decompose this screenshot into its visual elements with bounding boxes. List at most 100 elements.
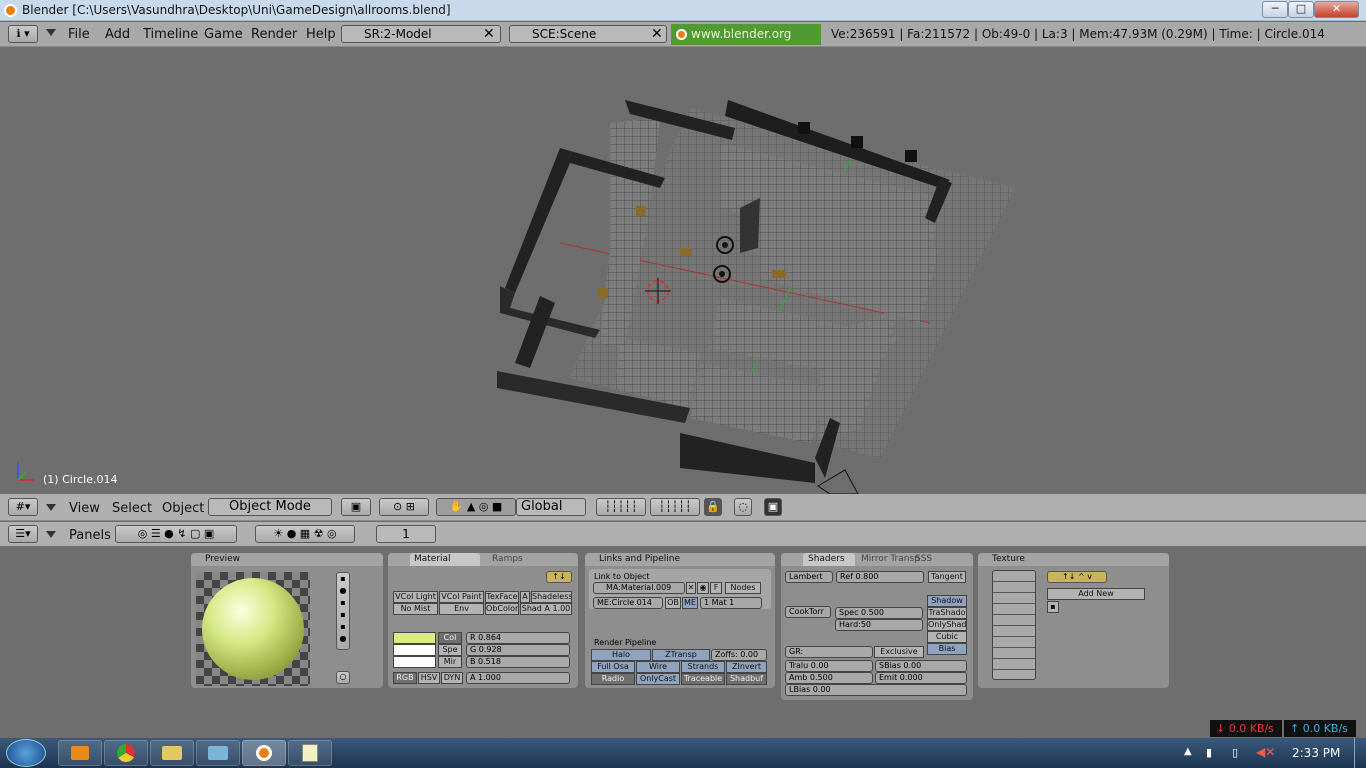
rgb-mode-button[interactable]: RGB xyxy=(393,672,417,684)
layer-buttons-2[interactable]: ┆┆┆┆┆ xyxy=(650,498,700,516)
copy-paste-icons[interactable]: ↑↓ xyxy=(546,571,572,583)
tralu-slider[interactable]: Tralu 0.00 xyxy=(785,660,873,672)
menu-view[interactable]: View xyxy=(69,501,100,516)
nodes-button[interactable]: Nodes xyxy=(725,582,761,594)
exclusive-toggle[interactable]: Exclusive xyxy=(874,646,924,658)
menu-timeline[interactable]: Timeline xyxy=(143,27,198,42)
explorer-icon[interactable] xyxy=(150,740,194,766)
clock[interactable]: 2:33 PM xyxy=(1292,746,1340,760)
tab-ramps[interactable]: Ramps xyxy=(488,553,548,566)
mesh-name-field[interactable]: ME:Circle.014 xyxy=(593,597,663,609)
me-link-button[interactable]: ME xyxy=(682,597,698,609)
hsv-mode-button[interactable]: HSV xyxy=(418,672,440,684)
tab-material[interactable]: Material xyxy=(410,553,480,566)
scene-selector[interactable]: SCE:Scene xyxy=(509,25,667,43)
b-slider[interactable]: B 0.518 xyxy=(466,656,570,668)
radio-toggle[interactable]: Radio xyxy=(591,673,635,685)
spec-shader-selector[interactable]: CookTorr xyxy=(785,606,831,618)
transform-orientation-selector[interactable]: Global xyxy=(516,498,586,516)
menu-game[interactable]: Game xyxy=(204,27,243,42)
tangent-toggle[interactable]: Tangent xyxy=(928,571,966,583)
amb-slider[interactable]: Amb 0.500 xyxy=(785,672,873,684)
tab-mirror-transp[interactable]: Mirror Transp xyxy=(861,553,920,566)
menu-render[interactable]: Render xyxy=(251,27,297,42)
hard-slider[interactable]: Hard:50 xyxy=(835,619,923,631)
volume-muted-icon[interactable]: ◀✕ xyxy=(1256,745,1275,759)
material-name-field[interactable]: MA:Material.009 xyxy=(593,582,685,594)
show-hidden-icons[interactable]: ▲ xyxy=(1184,746,1192,757)
vcol-light-toggle[interactable]: VCol Light xyxy=(393,591,438,603)
start-button[interactable] xyxy=(6,739,46,767)
add-new-texture-button[interactable]: Add New xyxy=(1047,588,1145,600)
collapse-triangle-icon[interactable] xyxy=(46,29,56,36)
info-window-type-icon[interactable]: ℹ ▾ xyxy=(8,25,38,43)
menu-select[interactable]: Select xyxy=(112,501,152,516)
show-desktop-button[interactable] xyxy=(1354,738,1366,768)
texture-panel-header[interactable]: Texture xyxy=(978,553,1169,566)
onlyshad-toggle[interactable]: OnlyShad xyxy=(927,619,967,631)
ob-link-button[interactable]: OB xyxy=(665,597,681,609)
maximize-button[interactable]: □ xyxy=(1288,1,1314,18)
diffuse-color-swatch[interactable] xyxy=(393,632,436,644)
zinvert-toggle[interactable]: ZInvert xyxy=(726,661,767,673)
ref-slider[interactable]: Ref 0.800 xyxy=(836,571,924,583)
media-player-icon[interactable] xyxy=(58,740,102,766)
obcolor-toggle[interactable]: ObColor xyxy=(485,603,519,615)
strands-toggle[interactable]: Strands xyxy=(681,661,725,673)
delete-scene-icon[interactable]: ✕ xyxy=(651,26,663,42)
layer-buttons-1[interactable]: ┆┆┆┆┆ xyxy=(596,498,646,516)
manipulator-buttons[interactable]: ✋ ▲ ◎ ■ xyxy=(436,498,516,516)
minimize-button[interactable]: ─ xyxy=(1262,1,1288,18)
no-mist-toggle[interactable]: No Mist xyxy=(393,603,438,615)
col-button[interactable]: Col xyxy=(438,632,462,644)
spec-slider[interactable]: Spec 0.500 xyxy=(835,607,923,619)
context-buttons[interactable]: ◎ ☰ ● ↯ ▢ ▣ xyxy=(115,525,237,543)
lock-icon[interactable]: 🔒 xyxy=(704,498,722,516)
blender-taskbar-icon[interactable] xyxy=(242,740,286,766)
ztransp-toggle[interactable]: ZTransp xyxy=(652,649,710,661)
pivot-selector[interactable]: ⊙ ⊞ xyxy=(379,498,429,516)
emit-slider[interactable]: Emit 0.000 xyxy=(875,672,967,684)
notepad-icon[interactable] xyxy=(288,740,332,766)
zoffs-field[interactable]: Zoffs: 0.00 xyxy=(711,649,767,661)
chrome-icon[interactable] xyxy=(104,740,148,766)
cubic-toggle[interactable]: Cubic xyxy=(927,631,967,643)
unlink-material-icon[interactable]: ✕ xyxy=(686,582,696,594)
battery-icon[interactable]: ▯ xyxy=(1232,746,1238,759)
collapse-triangle-icon[interactable] xyxy=(46,531,56,538)
spe-button[interactable]: Spe xyxy=(438,644,462,656)
frame-number-field[interactable]: 1 xyxy=(376,525,436,543)
traceable-toggle[interactable]: Traceable xyxy=(681,673,725,685)
tab-shaders[interactable]: Shaders xyxy=(803,553,855,566)
specular-color-swatch[interactable] xyxy=(393,644,436,656)
tab-sss[interactable]: SSS xyxy=(915,553,932,566)
preview-refresh-icon[interactable]: ○ xyxy=(336,671,350,684)
diffuse-shader-selector[interactable]: Lambert xyxy=(785,571,833,583)
collapse-triangle-icon[interactable] xyxy=(46,504,56,511)
r-slider[interactable]: R 0.864 xyxy=(466,632,570,644)
preview-panel-header[interactable]: Preview xyxy=(191,553,383,566)
texface-toggle[interactable]: TexFace xyxy=(485,591,519,603)
draw-type-selector[interactable]: ▣ xyxy=(341,498,371,516)
lbias-slider[interactable]: LBias 0.00 xyxy=(785,684,967,696)
dyn-mode-button[interactable]: DYN xyxy=(441,672,463,684)
trashado-toggle[interactable]: TraShado xyxy=(927,607,967,619)
bias-toggle[interactable]: Bias xyxy=(927,643,967,655)
mir-button[interactable]: Mir xyxy=(438,656,462,668)
delete-screen-icon[interactable]: ✕ xyxy=(483,26,495,42)
material-index-field[interactable]: 1 Mat 1 xyxy=(700,597,762,609)
mirror-color-swatch[interactable] xyxy=(393,656,436,668)
texture-browse-icon[interactable]: ▪ xyxy=(1047,601,1059,613)
texture-channel-list[interactable] xyxy=(992,570,1036,680)
g-slider[interactable]: G 0.928 xyxy=(466,644,570,656)
halo-toggle[interactable]: Halo xyxy=(591,649,651,661)
blender-version-link[interactable]: www.blender.org 249.2 xyxy=(671,24,821,62)
fake-user-icon[interactable]: ◉ xyxy=(697,582,709,594)
links-panel-header[interactable]: Links and Pipeline xyxy=(585,553,775,566)
3d-viewport[interactable]: (1) Circle.014 xyxy=(0,48,1366,494)
screen-selector[interactable]: SR:2-Model xyxy=(341,25,501,43)
full-osa-toggle[interactable]: Full Osa xyxy=(591,661,635,673)
shadow-toggle[interactable]: Shadow xyxy=(927,595,967,607)
view3d-window-type-icon[interactable]: #▾ xyxy=(8,498,38,516)
light-group-field[interactable]: GR: xyxy=(785,646,873,658)
